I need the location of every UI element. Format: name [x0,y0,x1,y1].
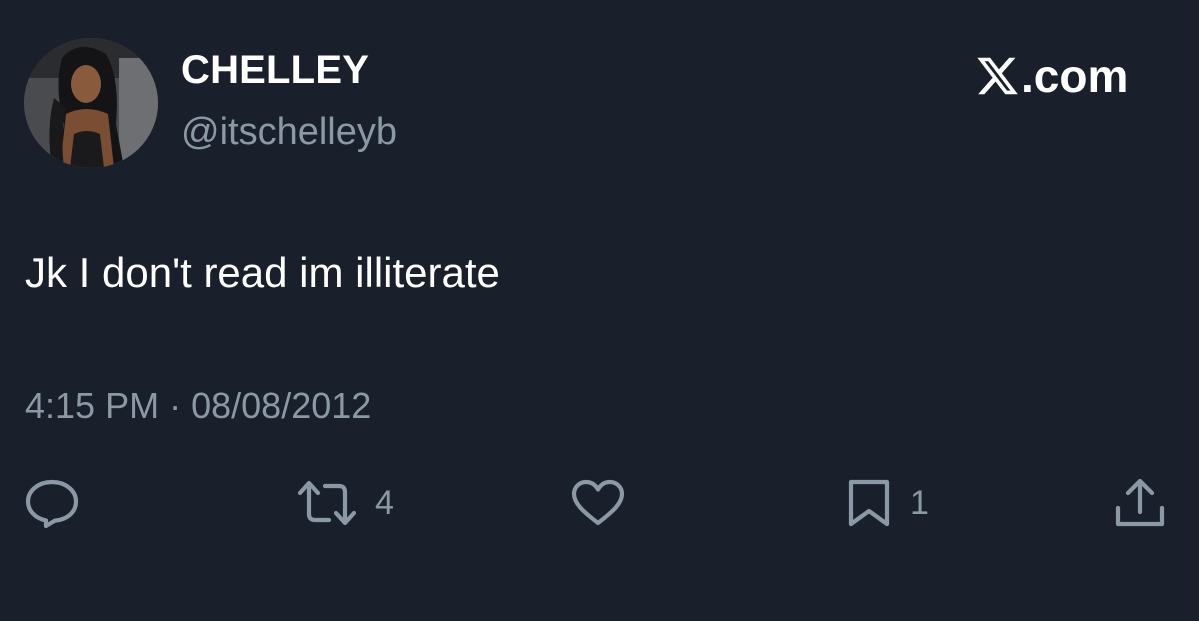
bookmark-icon [848,479,890,527]
brand-text: .com [1021,50,1129,102]
tweet-meta: 4:15 PM · 08/08/2012 [25,388,371,424]
bookmark-count: 1 [910,484,929,522]
meta-separator: · [169,385,182,426]
retweet-button[interactable]: 4 [297,478,394,528]
user-handle[interactable]: @itschelleyb [181,113,397,151]
tweet-time[interactable]: 4:15 PM [25,385,159,426]
reply-button[interactable] [24,478,80,528]
share-button[interactable] [1114,478,1166,528]
share-icon [1115,478,1165,527]
like-button[interactable] [571,478,625,528]
profile-photo [24,38,158,168]
x-logo-icon [977,57,1018,95]
retweet-icon [297,480,357,526]
bookmark-button[interactable]: 1 [846,478,929,528]
avatar[interactable] [24,38,158,168]
reply-icon [25,479,79,528]
heart-icon [571,479,625,526]
tweet-date[interactable]: 08/08/2012 [191,385,371,426]
retweet-count: 4 [375,484,394,522]
brand-logo: .com [975,52,1128,100]
tweet-text: Jk I don't read im illiterate [25,249,500,296]
display-name[interactable]: CHELLEY [181,50,369,90]
